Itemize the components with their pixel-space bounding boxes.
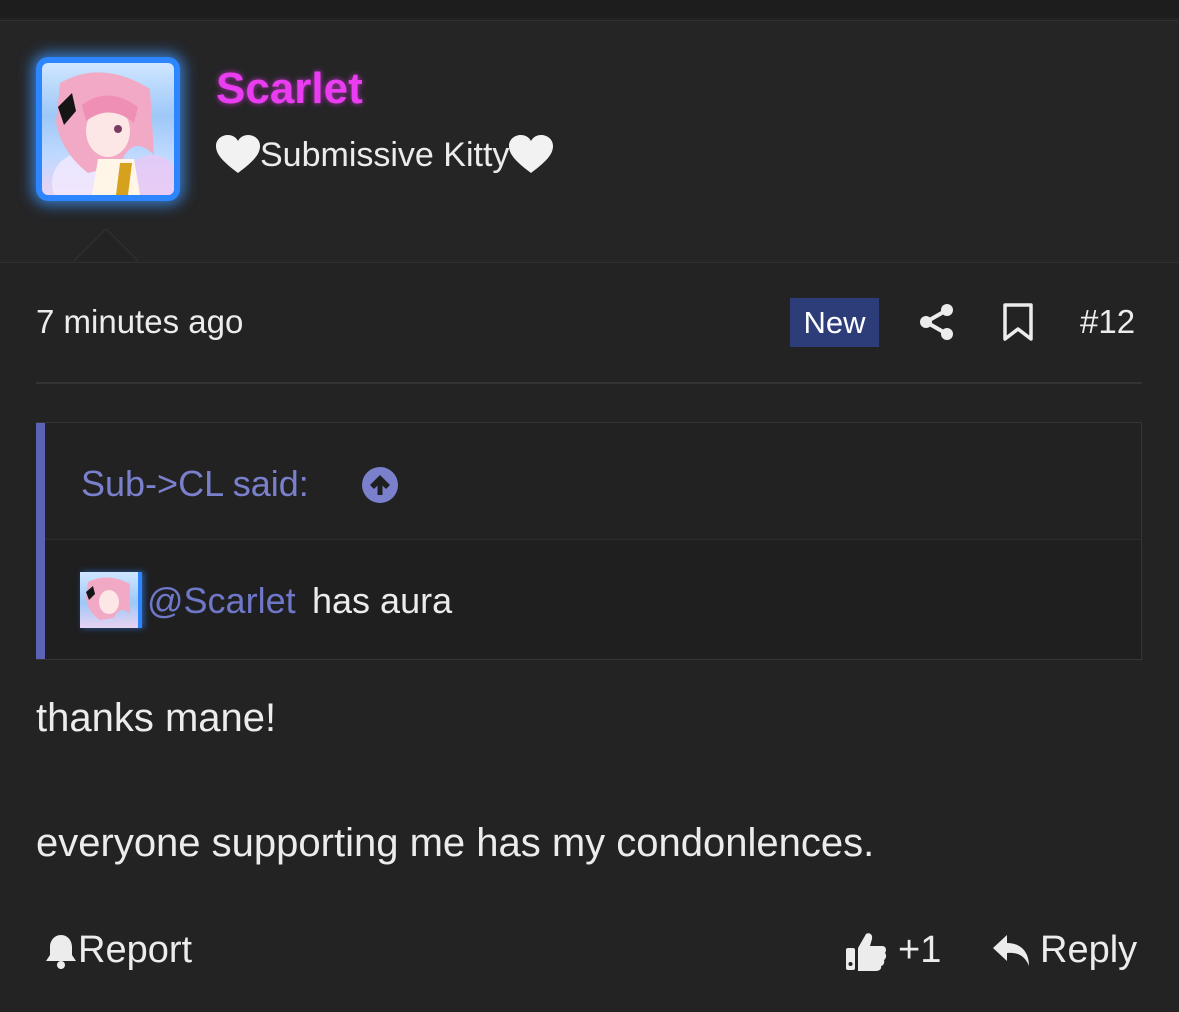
username[interactable]: Scarlet — [216, 64, 363, 114]
white-heart-icon — [509, 135, 554, 173]
post-number-link[interactable]: #12 — [1080, 303, 1135, 341]
new-badge: New — [790, 298, 879, 347]
like-count: +1 — [898, 929, 942, 971]
user-title-text: Submissive Kitty — [260, 135, 510, 174]
share-icon[interactable] — [917, 302, 957, 342]
like-button[interactable]: +1 — [844, 929, 941, 972]
divider — [36, 382, 1142, 384]
quote-body: @Scarlet has aura — [45, 540, 1141, 659]
reply-icon — [993, 934, 1029, 966]
avatar-image — [42, 63, 174, 195]
bookmark-icon[interactable] — [1001, 302, 1035, 342]
arrow-up-icon[interactable] — [361, 466, 399, 504]
mention-avatar[interactable] — [80, 572, 142, 628]
message-line: everyone supporting me has my condonlenc… — [36, 821, 875, 865]
quote-text: has aura — [312, 580, 453, 621]
quote-block: Sub->CL said: @Scarlet has aura — [36, 422, 1142, 660]
thumbs-up-icon — [846, 932, 887, 971]
user-title: Submissive Kitty — [216, 135, 554, 175]
quote-header: Sub->CL said: — [45, 423, 1141, 540]
quote-author-link[interactable]: Sub->CL said: — [81, 463, 309, 505]
report-label: Report — [78, 929, 193, 971]
bell-icon — [46, 934, 76, 969]
mention-link[interactable]: @Scarlet — [147, 580, 296, 622]
reply-label: Reply — [1040, 929, 1138, 971]
message-line: thanks mane! — [36, 696, 277, 740]
quote-accent-bar — [36, 423, 45, 659]
top-band — [0, 0, 1179, 18]
reply-button[interactable]: Reply — [992, 929, 1137, 972]
post-time[interactable]: 7 minutes ago — [36, 303, 243, 341]
report-button[interactable]: Report — [44, 929, 192, 972]
white-heart-icon — [216, 135, 260, 173]
avatar[interactable] — [36, 57, 180, 201]
